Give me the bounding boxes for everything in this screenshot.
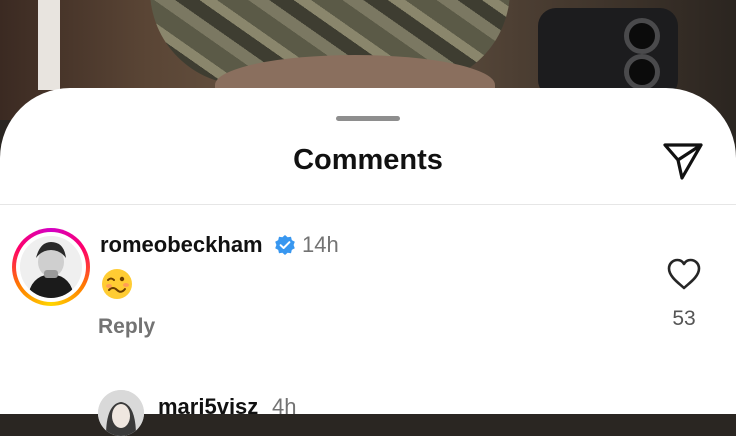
avatar-photo <box>98 390 144 436</box>
comment-username[interactable]: mari5visz <box>158 394 258 420</box>
like-count: 53 <box>672 307 696 330</box>
camera-lens <box>624 54 660 90</box>
comment-timestamp: 14h <box>302 232 339 257</box>
comment-username[interactable]: romeobeckham <box>100 232 263 258</box>
heart-icon[interactable] <box>666 258 702 290</box>
avatar[interactable] <box>98 390 144 436</box>
comment-timestamp: 4h <box>272 394 297 419</box>
reply-button[interactable]: Reply <box>98 315 155 339</box>
sheet-title: Comments <box>293 144 443 176</box>
avatar-photo <box>20 236 82 298</box>
avatar <box>20 236 82 298</box>
background-stripe <box>38 0 60 90</box>
verified-badge-icon <box>275 235 295 255</box>
background-phone <box>538 8 678 98</box>
sheet-drag-handle[interactable] <box>336 116 400 121</box>
camera-lens <box>624 18 660 54</box>
send-icon[interactable] <box>660 140 706 182</box>
comments-sheet: Comments romeobeckham 14h Reply 53 mari5… <box>0 88 736 436</box>
header-divider <box>0 204 736 205</box>
woozy-face-icon <box>102 269 132 299</box>
avatar-story-ring[interactable] <box>12 228 90 306</box>
